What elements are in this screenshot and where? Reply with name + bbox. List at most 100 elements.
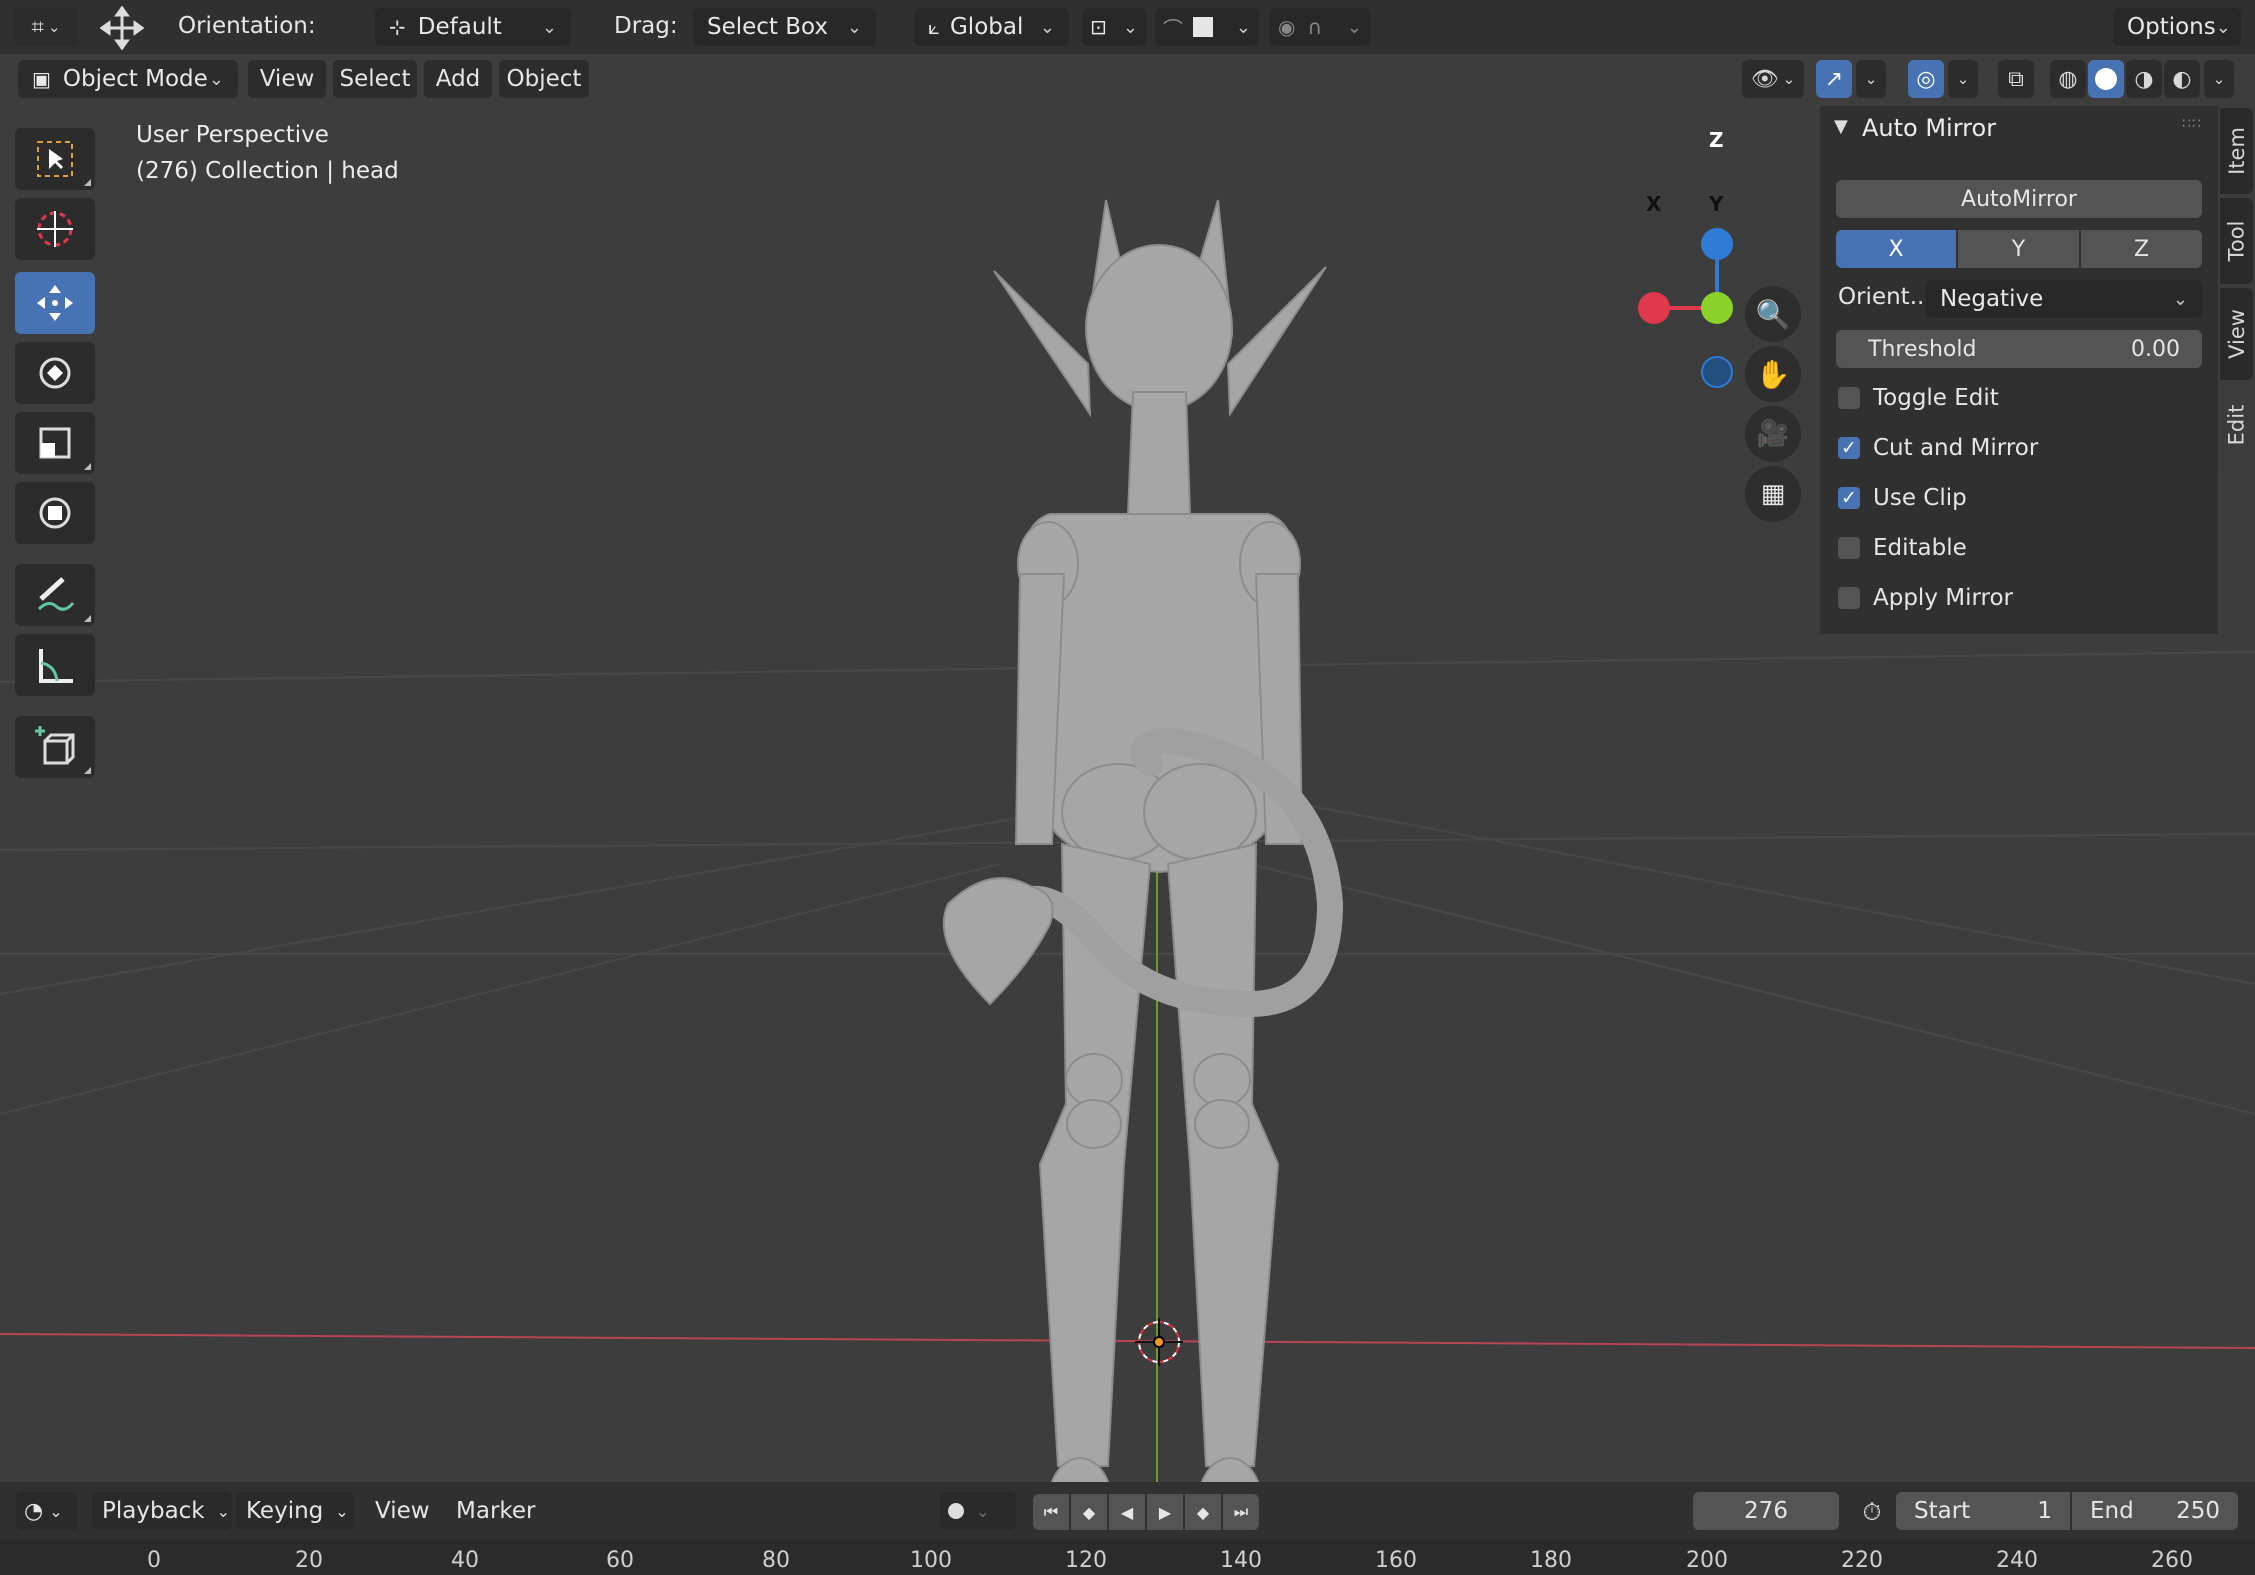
drag-dropdown[interactable]: Select Box ⌄: [693, 8, 876, 46]
drag-handle-icon[interactable]: ∷∷: [2182, 116, 2202, 132]
gizmo-z-label[interactable]: Z: [1709, 128, 1724, 152]
options-dropdown[interactable]: Options ⌄: [2113, 8, 2241, 46]
stopwatch-icon[interactable]: ⏱: [1852, 1494, 1892, 1530]
tab-edit[interactable]: Edit: [2220, 384, 2253, 466]
shading-rendered[interactable]: ◐: [2164, 60, 2200, 98]
pivot-point-dropdown[interactable]: ⊡ ⌄: [1082, 8, 1146, 46]
use-clip-checkbox[interactable]: ✓ Use Clip: [1838, 480, 1967, 516]
gizmo-dropdown[interactable]: ⌄: [1856, 60, 1886, 98]
menu-add[interactable]: Add: [424, 60, 492, 98]
current-frame-field[interactable]: 276: [1693, 1492, 1839, 1530]
zoom-button[interactable]: 🔍: [1745, 286, 1801, 342]
character-model: [942, 199, 1344, 1482]
zoom-icon: 🔍: [1755, 297, 1791, 331]
prev-keyframe-button[interactable]: ◆: [1071, 1494, 1107, 1530]
jump-start-button[interactable]: ⏮: [1033, 1494, 1069, 1530]
axis-x-button[interactable]: X: [1836, 230, 1956, 268]
start-frame-field[interactable]: Start 1: [1896, 1492, 2070, 1530]
ruler-label: 60: [606, 1548, 634, 1573]
menu-object[interactable]: Object: [499, 60, 589, 98]
transform-tool[interactable]: [15, 482, 95, 544]
toggle-edit-checkbox[interactable]: Toggle Edit: [1838, 380, 1999, 416]
collection-label: (276) Collection | head: [136, 158, 399, 184]
apply-mirror-checkbox[interactable]: Apply Mirror: [1838, 580, 2013, 616]
pan-button[interactable]: ✋: [1745, 346, 1801, 402]
auto-keying-toggle[interactable]: ⌄: [940, 1492, 1016, 1530]
checkbox-label: Toggle Edit: [1873, 385, 1999, 411]
tab-view-label: View: [2224, 309, 2249, 359]
ruler-label: 140: [1220, 1548, 1262, 1573]
tab-tool[interactable]: Tool: [2220, 198, 2253, 284]
prev-keyframe-icon: ◆: [1082, 1502, 1096, 1522]
checkbox-icon: [1838, 537, 1860, 559]
shading-material[interactable]: ◑: [2126, 60, 2162, 98]
move-tool[interactable]: [15, 272, 95, 334]
editor-type-button[interactable]: ◔ ⌄: [16, 1492, 78, 1530]
tab-view[interactable]: View: [2220, 288, 2253, 380]
ruler-label: 240: [1996, 1548, 2038, 1573]
play-button[interactable]: ▶: [1147, 1494, 1183, 1530]
threshold-label: Threshold: [1868, 336, 1977, 362]
add-cube-tool[interactable]: [15, 716, 95, 778]
xray-toggle[interactable]: ⧉: [1998, 60, 2034, 98]
chevron-down-icon: ⌄: [846, 16, 862, 38]
snap-dropdown[interactable]: ⌒ ⌄: [1155, 8, 1259, 46]
axis-z-button[interactable]: Z: [2081, 230, 2202, 268]
ruler-label: 220: [1841, 1548, 1883, 1573]
jump-end-icon: ⏭: [1233, 1502, 1249, 1521]
shading-solid[interactable]: [2088, 60, 2124, 98]
chevron-down-icon: ⌄: [2215, 16, 2231, 38]
annotate-tool[interactable]: [15, 564, 95, 626]
timeline-view-menu[interactable]: View: [375, 1498, 430, 1524]
play-reverse-button[interactable]: ◀: [1109, 1494, 1145, 1530]
cursor-tool[interactable]: [15, 198, 95, 260]
automirror-button[interactable]: AutoMirror: [1836, 180, 2202, 218]
proportional-edit-icon: ◉: [1278, 15, 1296, 39]
select-box-tool[interactable]: [15, 128, 95, 190]
gizmo-toggle[interactable]: ↗: [1816, 60, 1852, 98]
solid-sphere-icon: [2095, 68, 2117, 90]
ruler-label: 160: [1375, 1548, 1417, 1573]
start-label: Start: [1914, 1498, 1971, 1524]
tool-settings-header: ⌗ ⌄ Orientation: ⊹ Default ⌄ Drag: Select…: [0, 0, 2255, 54]
gizmo-icon: ↗: [1824, 66, 1844, 92]
shading-wireframe[interactable]: ◍: [2050, 60, 2086, 98]
rotate-tool[interactable]: [15, 342, 95, 404]
ruler-label: 20: [295, 1548, 323, 1573]
end-frame-field[interactable]: End 250: [2072, 1492, 2238, 1530]
threshold-field[interactable]: Threshold 0.00: [1836, 330, 2202, 368]
mode-dropdown[interactable]: ▣ Object Mode ⌄: [18, 60, 238, 98]
shading-dropdown[interactable]: ⌄: [2204, 60, 2234, 98]
next-keyframe-button[interactable]: ◆: [1185, 1494, 1221, 1530]
overlays-dropdown[interactable]: ⌄: [1948, 60, 1978, 98]
timeline-marker-menu[interactable]: Marker: [456, 1498, 536, 1524]
orient-dropdown[interactable]: Negative ⌄: [1926, 280, 2202, 318]
pivot-point-icon: ⊡: [1090, 15, 1107, 39]
frame-ruler[interactable]: 0 20 40 60 80 100 120 140 160 180 200 22…: [0, 1540, 2255, 1575]
auto-mirror-panel-header[interactable]: ▼ Auto Mirror ∷∷: [1820, 106, 2218, 152]
visibility-dropdown[interactable]: 👁 ⌄: [1742, 60, 1804, 98]
keying-menu[interactable]: Keying ⌄: [236, 1492, 354, 1530]
cut-and-mirror-checkbox[interactable]: ✓ Cut and Mirror: [1838, 430, 2038, 466]
jump-end-button[interactable]: ⏭: [1223, 1494, 1259, 1530]
scale-tool[interactable]: [15, 412, 95, 474]
gizmo-y-label[interactable]: Y: [1709, 192, 1723, 216]
editable-checkbox[interactable]: Editable: [1838, 530, 1967, 566]
cursor-icon: [37, 211, 73, 247]
record-icon: [948, 1503, 964, 1519]
axis-y-button[interactable]: Y: [1958, 230, 2079, 268]
proportional-edit-dropdown[interactable]: ◉ ∩ ⌄: [1270, 8, 1370, 46]
gizmo-x-label[interactable]: X: [1646, 192, 1661, 216]
checkbox-label: Apply Mirror: [1873, 585, 2014, 611]
overlays-toggle[interactable]: ◎: [1908, 60, 1944, 98]
playback-menu[interactable]: Playback ⌄: [92, 1492, 232, 1530]
menu-select[interactable]: Select: [333, 60, 417, 98]
menu-view[interactable]: View: [248, 60, 326, 98]
ortho-toggle-button[interactable]: ▦: [1745, 466, 1801, 522]
editor-type-button[interactable]: ⌗ ⌄: [14, 8, 78, 46]
camera-view-button[interactable]: 🎥: [1745, 406, 1801, 462]
orientation-dropdown[interactable]: ⊹ Default ⌄: [375, 8, 571, 46]
measure-tool[interactable]: [15, 634, 95, 696]
tab-item[interactable]: Item: [2220, 108, 2253, 194]
transform-orientation-dropdown[interactable]: ⟀ Global ⌄: [914, 8, 1069, 46]
